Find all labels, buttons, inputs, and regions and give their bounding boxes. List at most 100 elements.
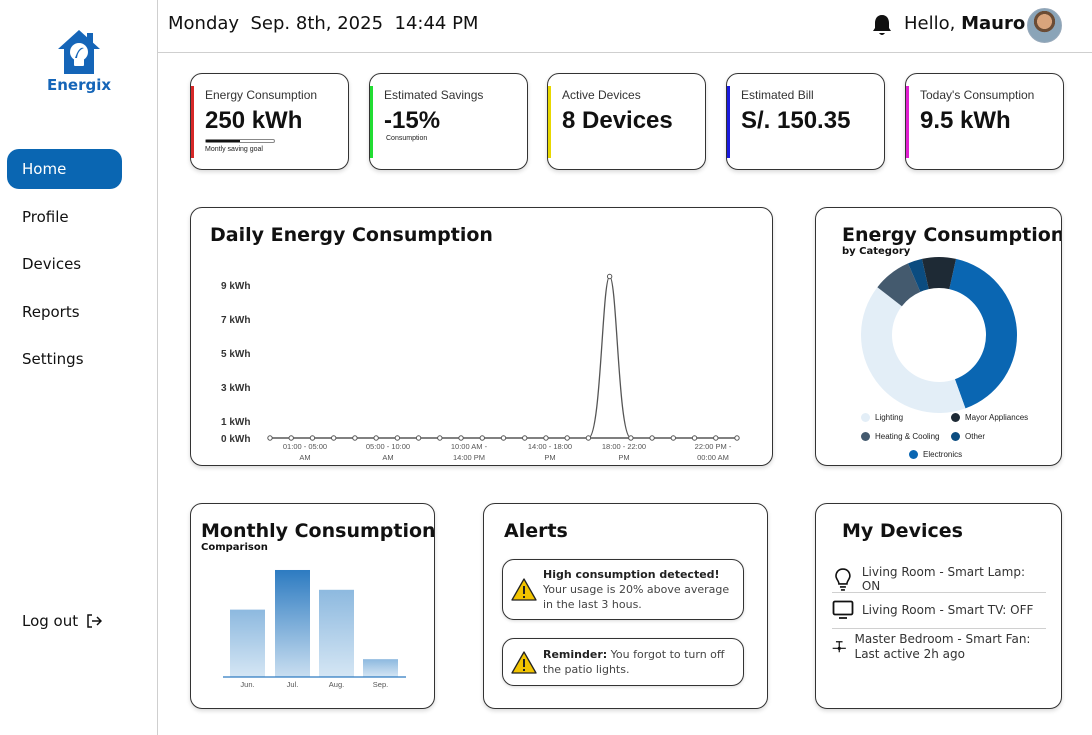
- greeting: Hello, Mauro: [904, 13, 1025, 34]
- stat-value: 9.5 kWh: [920, 107, 1011, 134]
- sidebar-item-settings[interactable]: Settings: [7, 339, 122, 379]
- stat-card-energy-consumption: Energy Consumption 250 kWh Montly saving…: [190, 73, 349, 170]
- monthly-bar-chart: Jun. Jul. Aug. Sep.: [223, 569, 406, 689]
- data-point: [373, 435, 379, 441]
- x-tick-label: 10:00 AM -: [451, 442, 488, 451]
- alert-heading: Reminder:: [543, 648, 608, 661]
- bar-aug: [319, 589, 354, 677]
- stat-accent-bar: [370, 86, 373, 158]
- bar-jul: [275, 569, 310, 677]
- sidebar-item-home[interactable]: Home: [7, 149, 122, 189]
- current-datetime: Monday Sep. 8th, 2025 14:44 PM: [168, 13, 479, 34]
- stat-accent-bar: [548, 86, 551, 158]
- stat-label: Energy Consumption: [205, 88, 318, 102]
- device-item-smart-lamp[interactable]: Living Room - Smart Lamp: ON: [832, 565, 1046, 593]
- data-point: [458, 435, 464, 441]
- app-name: Energix: [46, 76, 112, 94]
- data-point: [691, 435, 698, 441]
- x-tick-label: 14:00 - 18:00: [528, 442, 572, 451]
- logo-house-icon: [58, 30, 100, 74]
- fan-icon: [832, 641, 846, 653]
- x-tick-label: Aug.: [329, 680, 344, 689]
- stat-card-active-devices: Active Devices 8 Devices: [547, 73, 706, 170]
- x-tick-label: Jul.: [287, 680, 299, 689]
- alert-message: Your usage is 20% above average in the l…: [543, 583, 730, 611]
- devices-title: My Devices: [842, 520, 963, 542]
- donut-slice-lighting: [861, 287, 966, 413]
- stat-card-todays-consumption: Today's Consumption 9.5 kWh: [905, 73, 1064, 170]
- alert-high-consumption[interactable]: High consumption detected! Your usage is …: [502, 559, 744, 620]
- data-point: [564, 435, 570, 441]
- tv-icon: [832, 600, 854, 619]
- stat-note: Montly saving goal: [205, 146, 263, 153]
- x-tick-label: 18:00 - 22:00: [602, 442, 646, 451]
- bar-jun: [230, 609, 265, 677]
- stat-accent-bar: [727, 86, 730, 158]
- legend-swatch: [951, 413, 960, 422]
- donut-title: Energy Consumption: [842, 224, 1062, 246]
- greeting-text: Hello,: [904, 13, 962, 34]
- category-consumption-panel: Energy Consumption by Category Lighting …: [815, 207, 1062, 466]
- data-point: [606, 273, 613, 280]
- legend-item-lighting: Lighting: [861, 413, 903, 422]
- x-tick-label: 14:00 PM: [453, 453, 485, 462]
- device-label: Living Room - Smart TV: OFF: [862, 603, 1034, 617]
- data-point: [309, 435, 316, 441]
- y-tick-label: 9 kWh: [221, 281, 250, 292]
- y-tick-label: 3 kWh: [221, 383, 250, 394]
- logout-button[interactable]: Log out: [22, 612, 103, 630]
- data-point: [649, 435, 655, 441]
- legend-label: Electronics: [923, 450, 963, 459]
- alerts-panel: Alerts High consumption detected! Your us…: [483, 503, 768, 709]
- x-tick-label: PM: [544, 453, 555, 462]
- daily-consumption-panel: Daily Energy Consumption 9 kWh 7 kWh 5 kWh…: [190, 207, 773, 466]
- app-logo[interactable]: Energix: [40, 28, 118, 94]
- stat-label: Estimated Bill: [741, 88, 814, 102]
- bar-sep: [363, 659, 398, 677]
- warning-icon: [511, 578, 537, 601]
- x-tick-label: 00:00 AM: [697, 453, 729, 462]
- sidebar-item-profile[interactable]: Profile: [7, 197, 122, 237]
- legend-swatch: [909, 450, 918, 459]
- device-label: Master Bedroom - Smart Fan: Last active …: [854, 632, 1031, 661]
- legend-label: Mayor Appliances: [965, 413, 1029, 422]
- top-header: Monday Sep. 8th, 2025 14:44 PM Hello, Ma…: [158, 0, 1092, 53]
- sidebar-item-reports[interactable]: Reports: [7, 292, 122, 332]
- legend-label: Other: [965, 432, 986, 441]
- y-tick-label: 7 kWh: [221, 315, 250, 326]
- sidebar-item-devices[interactable]: Devices: [7, 244, 122, 284]
- user-name: Mauro: [961, 13, 1026, 34]
- stat-value: -15%: [384, 107, 441, 134]
- data-point: [628, 435, 634, 441]
- lamp-icon: [835, 568, 851, 591]
- data-point: [713, 435, 719, 441]
- x-tick-label: Jun.: [240, 680, 254, 689]
- progress-fill: [206, 140, 240, 142]
- data-point: [288, 435, 294, 441]
- x-tick-label: PM: [618, 453, 629, 462]
- y-tick-label: 0 kWh: [221, 434, 250, 445]
- category-donut-chart: [861, 257, 1017, 413]
- data-point: [267, 435, 273, 441]
- avatar[interactable]: [1027, 8, 1062, 43]
- legend-item-major-appliances: Mayor Appliances: [951, 413, 1028, 422]
- legend-swatch: [861, 413, 870, 422]
- data-point: [543, 435, 549, 441]
- data-point: [437, 435, 443, 441]
- alert-reminder[interactable]: Reminder: You forgot to turn off the pat…: [502, 638, 744, 686]
- divider: [832, 592, 1046, 593]
- data-point: [585, 435, 592, 441]
- device-item-smart-fan[interactable]: Master Bedroom - Smart Fan: Last active …: [832, 632, 1046, 662]
- device-item-smart-tv[interactable]: Living Room - Smart TV: OFF: [832, 600, 1046, 620]
- legend-item-heating-cooling: Heating & Cooling: [861, 432, 939, 441]
- logout-label: Log out: [22, 612, 79, 630]
- stat-note: Consumption: [386, 135, 428, 142]
- stat-card-estimated-savings: Estimated Savings -15% Consumption: [369, 73, 528, 170]
- bell-icon[interactable]: [871, 13, 893, 37]
- data-point: [330, 435, 337, 441]
- stat-label: Estimated Savings: [384, 88, 484, 102]
- stat-value: 250 kWh: [205, 107, 303, 134]
- data-point: [352, 435, 358, 441]
- device-label: Living Room - Smart Lamp: ON: [861, 565, 1025, 593]
- data-point: [394, 435, 401, 441]
